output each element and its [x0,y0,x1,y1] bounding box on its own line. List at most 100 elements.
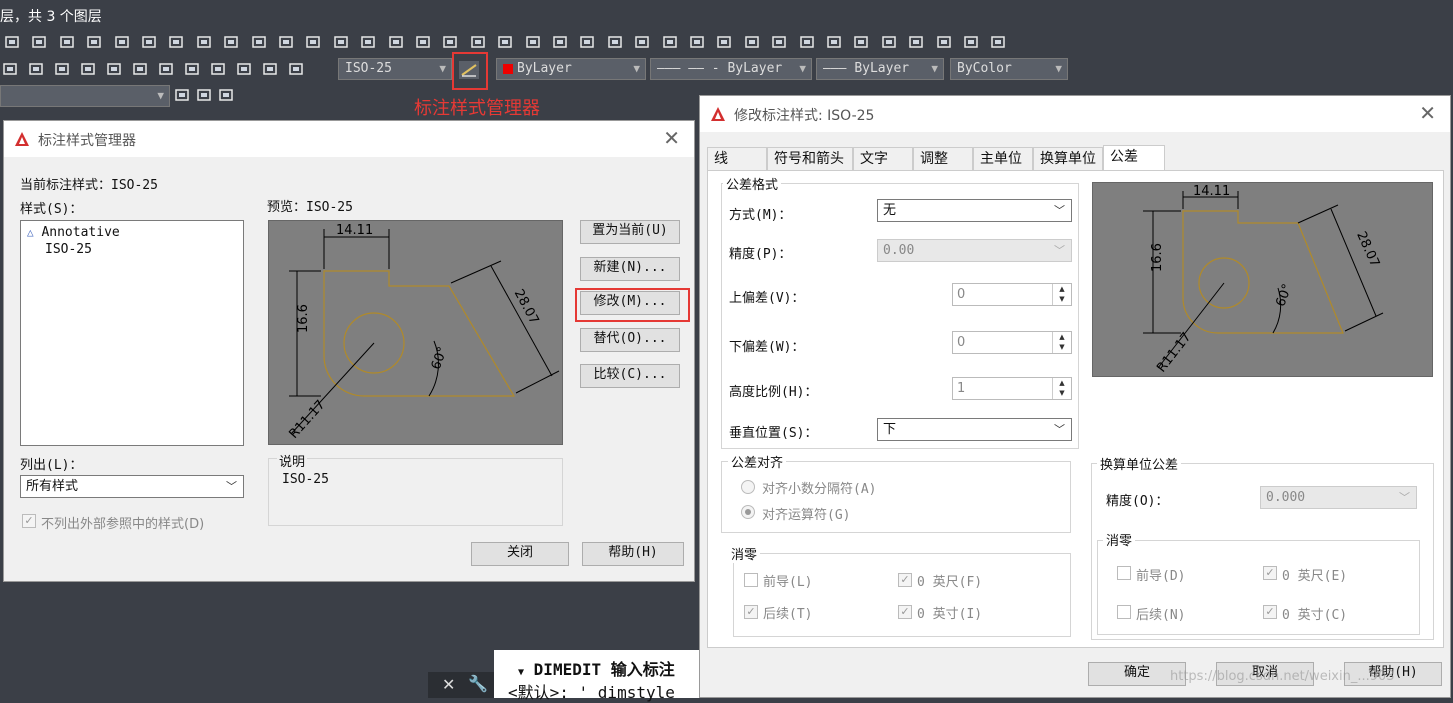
compare-button[interactable]: 比较(C)... [580,364,680,388]
alt-trailing-checkbox[interactable] [1117,605,1131,619]
toolbar-tool-icon[interactable] [305,34,321,50]
dimstyle-combo[interactable]: ISO-25 ▼ [338,58,452,80]
tab-symbols[interactable]: 符号和箭头 [767,147,853,171]
override-button[interactable]: 替代(O)... [580,328,680,352]
zero-feet-checkbox[interactable]: ✓ [898,573,912,587]
toolbar-tool-icon[interactable] [525,34,541,50]
list-item[interactable]: △ Annotative [27,225,120,240]
color-combo[interactable]: ByLayer ▼ [496,58,646,80]
tab-primary-units[interactable]: 主单位 [973,147,1033,171]
toolbar-tool-icon[interactable] [908,34,924,50]
help-button[interactable]: 帮助(H) [582,542,684,566]
toolbar-tool-icon[interactable] [442,34,458,50]
tab-alternate-units[interactable]: 换算单位 [1033,147,1103,171]
toolbar-tool-icon[interactable] [552,34,568,50]
toolbar-tool-icon[interactable] [634,34,650,50]
list-filter-select[interactable]: 所有样式 ﹀ [20,475,244,498]
toolbar-tool-icon[interactable] [662,34,678,50]
new-button[interactable]: 新建(N)... [580,257,680,281]
toolbar-tool-icon[interactable] [963,34,979,50]
zero-inch-checkbox[interactable]: ✓ [898,605,912,619]
trailing-checkbox[interactable]: ✓ [744,605,758,619]
close-icon[interactable]: ✕ [663,126,680,150]
toolbar-tool-icon[interactable] [497,34,513,50]
alt-zero-inch-checkbox[interactable]: ✓ [1263,605,1277,619]
toolbar-tool-icon[interactable] [689,34,705,50]
align-operator-radio[interactable] [741,505,755,519]
toolbar-tool-icon[interactable] [799,34,815,50]
toolbar-tool-icon[interactable] [716,34,732,50]
alt-precision-select[interactable]: 0.000 ﹀ [1260,486,1417,509]
precision-select[interactable]: 0.00 ﹀ [877,239,1072,262]
toolbar-tool-icon[interactable] [141,34,157,50]
toolbar-tool-icon[interactable] [771,34,787,50]
layer-tool-icon[interactable] [218,87,234,103]
lower-value-spinner[interactable]: 0 ▲ ▼ [952,331,1072,354]
layer-combo[interactable]: ▼ [0,85,170,107]
dimension-tool-icon[interactable] [132,61,148,77]
toolbar-tool-icon[interactable] [168,34,184,50]
toolbar-tool-icon[interactable] [607,34,623,50]
set-current-button[interactable]: 置为当前(U) [580,220,680,244]
toolbar-tool-icon[interactable] [881,34,897,50]
xref-checkbox[interactable]: ✓ [22,514,36,528]
toolbar-tool-icon[interactable] [251,34,267,50]
toolbar-tool-icon[interactable] [744,34,760,50]
toolbar-tool-icon[interactable] [470,34,486,50]
dimension-tool-icon[interactable] [210,61,226,77]
toolbar-tool-icon[interactable] [579,34,595,50]
upper-value-spinner[interactable]: 0 ▲ ▼ [952,283,1072,306]
dimension-tool-icon[interactable] [158,61,174,77]
toolbar-tool-icon[interactable] [388,34,404,50]
preview-drawing: 14.11 16.6 28.07 60° R11.17 [286,223,560,442]
toolbar-tool-icon[interactable] [31,34,47,50]
toolbar-tool-icon[interactable] [278,34,294,50]
dimension-tool-icon[interactable] [184,61,200,77]
alt-zero-feet-checkbox[interactable]: ✓ [1263,566,1277,580]
method-select[interactable]: 无 ﹀ [877,199,1072,222]
plotstyle-combo[interactable]: ByColor ▼ [950,58,1068,80]
dimension-tool-icon[interactable] [28,61,44,77]
toolbar-tool-icon[interactable] [223,34,239,50]
vertical-position-select[interactable]: 下 ﹀ [877,418,1072,441]
lineweight-combo[interactable]: ——— ByLayer ▼ [816,58,944,80]
layer-tool-icon[interactable] [174,87,190,103]
alt-trailing-label: 后续(N) [1136,608,1186,623]
wrench-icon[interactable]: 🔧 [468,674,488,693]
dimension-tool-icon[interactable] [262,61,278,77]
toolbar-tool-icon[interactable] [86,34,102,50]
list-item[interactable]: ISO-25 [45,242,92,257]
styles-list[interactable]: △ Annotative ISO-25 [20,220,244,446]
close-icon[interactable]: ✕ [1419,101,1436,125]
toolbar-tool-icon[interactable] [936,34,952,50]
tab-tolerances[interactable]: 公差 [1103,145,1165,171]
toolbar-tool-icon[interactable] [114,34,130,50]
toolbar-tool-icon[interactable] [415,34,431,50]
toolbar-tool-icon[interactable] [196,34,212,50]
tab-text[interactable]: 文字 [853,147,913,171]
linetype-combo[interactable]: ——— —— - ByLayer ▼ [650,58,812,80]
dimension-tool-icon[interactable] [236,61,252,77]
height-scale-spinner[interactable]: 1 ▲ ▼ [952,377,1072,400]
alt-leading-label: 前导(D) [1136,569,1186,584]
alt-leading-checkbox[interactable] [1117,566,1131,580]
align-decimal-radio[interactable] [741,480,755,494]
tab-lines[interactable]: 线 [707,147,767,171]
toolbar-tool-icon[interactable] [360,34,376,50]
leading-checkbox[interactable] [744,573,758,587]
toolbar-tool-icon[interactable] [826,34,842,50]
dimension-tool-icon[interactable] [288,61,304,77]
toolbar-tool-icon[interactable] [59,34,75,50]
close-icon[interactable]: ✕ [442,675,455,694]
dimension-tool-icon[interactable] [106,61,122,77]
dimension-tool-icon[interactable] [80,61,96,77]
toolbar-tool-icon[interactable] [333,34,349,50]
toolbar-tool-icon[interactable] [853,34,869,50]
dimension-tool-icon[interactable] [2,61,18,77]
toolbar-tool-icon[interactable] [990,34,1006,50]
dimension-tool-icon[interactable] [54,61,70,77]
tab-fit[interactable]: 调整 [913,147,973,171]
toolbar-tool-icon[interactable] [4,34,20,50]
layer-tool-icon[interactable] [196,87,212,103]
close-button[interactable]: 关闭 [471,542,569,566]
